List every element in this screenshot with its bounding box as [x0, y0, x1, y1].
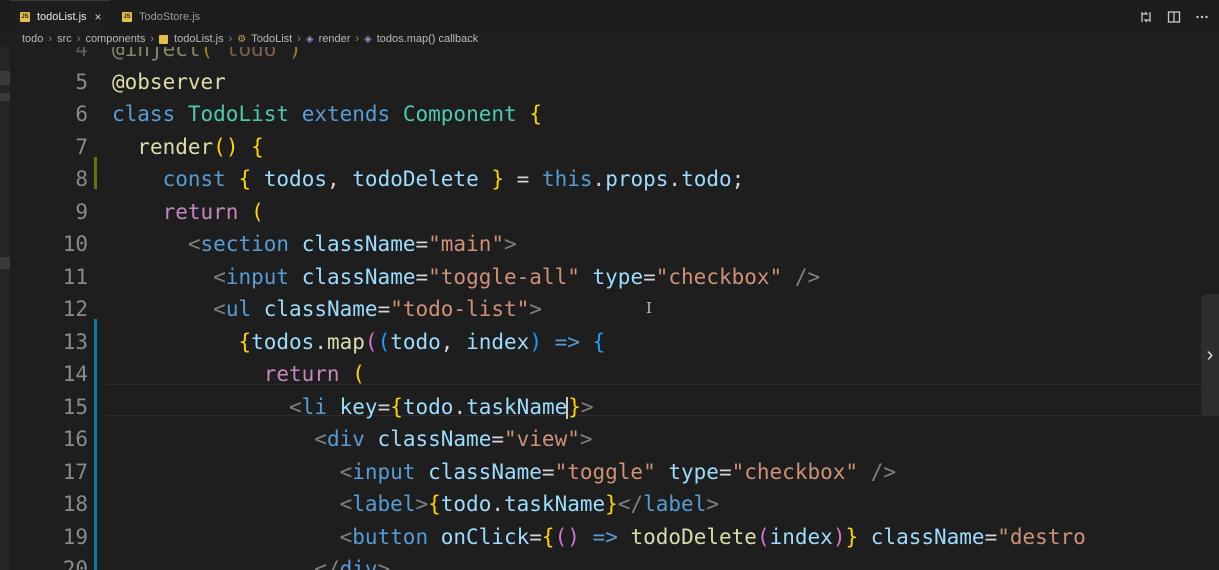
line-number: 12: [62, 297, 88, 321]
line-number: 16: [62, 427, 88, 451]
code-text: </div>: [314, 557, 391, 570]
line-number: 18: [62, 492, 88, 516]
more-actions-icon[interactable]: [1193, 8, 1211, 26]
breadcrumb-item[interactable]: ◈ render: [306, 33, 351, 45]
code-text: return (: [162, 199, 264, 224]
code-text: const { todos, todoDelete } = this.props…: [162, 167, 745, 191]
code-text: return (: [263, 362, 365, 386]
js-file-icon: [159, 34, 169, 44]
tab-label: todoList.js: [37, 11, 87, 23]
line-number: 15: [62, 394, 88, 419]
chevron-right-icon: ›: [150, 33, 155, 45]
chevron-right-icon: ›: [76, 33, 81, 45]
tab-label: TodoStore.js: [139, 10, 201, 23]
code-line[interactable]: 6 class TodoList extends Component {: [0, 98, 1219, 130]
code-text: render() {: [137, 134, 264, 159]
breadcrumb-item[interactable]: todoList.js: [159, 33, 224, 45]
code-text: <section className="main">: [187, 232, 517, 256]
breadcrumb-label: TodoList: [251, 33, 293, 45]
breadcrumb-item[interactable]: todo: [22, 33, 43, 45]
code-line[interactable]: 12 <ul className="todo-list">: [0, 293, 1219, 325]
code-text: <label>{todo.taskName}</label>: [339, 492, 719, 516]
code-line[interactable]: 19 <button onClick={() => todoDelete(ind…: [0, 521, 1219, 553]
code-line[interactable]: 11 <input className="toggle-all" type="c…: [0, 261, 1219, 293]
line-number: 5: [75, 69, 88, 94]
class-symbol-icon: ⚙: [237, 33, 247, 45]
text-cursor-ibeam-icon: I: [646, 299, 652, 317]
code-line[interactable]: 15 <li key={todo.taskName}>: [0, 391, 1219, 423]
code-line[interactable]: 18 <label>{todo.taskName}</label>: [0, 488, 1219, 520]
code-line[interactable]: 17 <input className="toggle" type="check…: [0, 456, 1219, 488]
code-text: @observer: [112, 69, 226, 94]
code-line[interactable]: 7 render() {: [0, 131, 1219, 163]
line-number: 4: [75, 47, 88, 61]
code-text: <div className="view">: [314, 427, 593, 451]
chevron-right-icon: ›: [297, 33, 301, 45]
code-line[interactable]: 10 <section className="main">: [0, 228, 1219, 260]
breadcrumb-item[interactable]: components: [85, 33, 145, 45]
code-editor[interactable]: 4 @inject('todo') 5 @observer 6 class TodoLis…: [0, 47, 1219, 570]
line-number: 17: [62, 459, 88, 484]
breadcrumb-item[interactable]: src: [57, 33, 72, 45]
code-line[interactable]: 4 @inject('todo'): [0, 47, 1219, 65]
compare-changes-icon[interactable]: [1137, 8, 1155, 26]
code-text: class TodoList extends Component {: [112, 102, 542, 126]
breadcrumb-item[interactable]: ⚙ TodoList: [237, 33, 292, 45]
editor-actions: [1137, 0, 1219, 33]
tab-todostore[interactable]: JS TodoStore.js: [112, 0, 212, 33]
line-number: 6: [75, 102, 88, 126]
chevron-right-icon[interactable]: ›: [1201, 294, 1219, 416]
code-line[interactable]: 13 {todos.map((todo, index) => {: [0, 326, 1219, 358]
code-text: <ul className="todo-list">: [213, 297, 542, 321]
close-icon[interactable]: ×: [95, 10, 102, 24]
breadcrumb: todo › src › components › todoList.js › …: [0, 31, 1219, 47]
code-text: <li key={todo.taskName}>: [289, 394, 594, 419]
code-text: <input className="toggle-all" type="chec…: [213, 264, 821, 289]
line-number: 20: [62, 557, 88, 570]
code-line[interactable]: 5 @observer: [0, 66, 1219, 98]
js-file-icon: JS: [20, 12, 30, 22]
code-text: <input className="toggle" type="checkbox…: [339, 459, 896, 484]
line-number: 13: [62, 329, 88, 354]
code-line[interactable]: 16 <div className="view">: [0, 423, 1219, 455]
method-symbol-icon: ◈: [364, 33, 372, 45]
chevron-right-icon: ›: [355, 33, 360, 45]
split-editor-icon[interactable]: [1165, 8, 1183, 26]
line-number: 7: [75, 134, 88, 159]
code-line[interactable]: 8 const { todos, todoDelete } = this.pro…: [0, 163, 1219, 195]
breadcrumb-label: todo: [22, 33, 44, 45]
line-number: 10: [62, 232, 88, 256]
chevron-right-icon: ›: [228, 33, 233, 45]
breadcrumb-label: render: [318, 33, 351, 45]
method-symbol-icon: ◈: [305, 33, 314, 45]
line-number: 14: [62, 362, 88, 386]
code-text: {todos.map((todo, index) => {: [238, 329, 606, 354]
line-number: 9: [75, 199, 88, 224]
breadcrumb-label: todos.map() callback: [376, 33, 479, 45]
code-line[interactable]: 14 return (: [0, 358, 1219, 390]
code-text: @inject('todo'): [112, 47, 302, 61]
tab-todolist[interactable]: JS todoList.js ×: [10, 0, 110, 33]
line-number: 8: [75, 167, 88, 191]
line-number: 11: [62, 264, 88, 289]
chevron-right-icon: ›: [48, 33, 53, 45]
breadcrumb-label: todoList.js: [174, 33, 224, 45]
breadcrumb-label: src: [57, 33, 72, 45]
breadcrumb-item[interactable]: ◈ todos.map() callback: [364, 33, 478, 45]
code-line[interactable]: 20 </div>: [0, 553, 1219, 570]
code-text: <button onClick={() => todoDelete(index)…: [339, 524, 1086, 549]
js-file-icon: JS: [122, 11, 132, 22]
code-line[interactable]: 9 return (: [0, 196, 1219, 228]
tab-bar: JS todoList.js × JS TodoStore.js: [0, 0, 1219, 33]
line-number: 19: [62, 524, 88, 549]
breadcrumb-label: components: [85, 33, 146, 45]
